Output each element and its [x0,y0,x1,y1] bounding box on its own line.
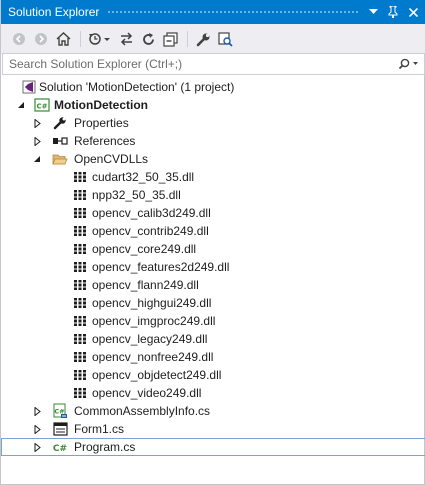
dll-file-icon [72,349,88,365]
tree-item-dll[interactable]: opencv_calib3d249.dll [1,204,425,222]
tree-item-dll[interactable]: opencv_contrib249.dll [1,222,425,240]
tree-item-properties[interactable]: Properties [1,114,425,132]
dll-file-icon [72,295,88,311]
home-icon[interactable] [53,29,73,49]
dll-file-icon [72,259,88,275]
project-label: MotionDetection [54,98,148,112]
collapse-all-icon[interactable] [160,29,180,49]
tree-item-project[interactable]: C# MotionDetection [1,96,425,114]
file-label: Program.cs [74,440,136,454]
expanded-arrow-icon[interactable] [16,100,26,110]
back-arrow-icon[interactable] [9,29,29,49]
folder-label: OpenCVDLLs [74,152,149,166]
dll-label: opencv_flann249.dll [92,278,199,292]
search-input[interactable]: Search Solution Explorer (Ctrl+;) [3,57,394,71]
collapsed-arrow-icon[interactable] [32,136,42,146]
dll-file-icon [72,169,88,185]
toolbar [1,24,425,54]
close-icon[interactable] [406,5,420,19]
dll-label: cudart32_50_35.dll [92,170,195,184]
dll-label: opencv_calib3d249.dll [92,206,211,220]
pin-icon[interactable] [386,5,400,19]
solution-label: Solution 'MotionDetection' (1 project) [39,80,235,94]
dll-label: opencv_highgui249.dll [92,296,212,310]
wrench-icon [52,115,68,131]
dll-label: opencv_video249.dll [92,386,202,400]
dll-label: opencv_core249.dll [92,242,197,256]
tree-item-dll[interactable]: opencv_nonfree249.dll [1,348,425,366]
tree-item-dll[interactable]: cudart32_50_35.dll [1,168,425,186]
expanded-arrow-icon[interactable] [32,154,42,164]
tree-item-dll[interactable]: opencv_imgproc249.dll [1,312,425,330]
dll-file-icon [72,277,88,293]
forward-arrow-icon[interactable] [31,29,51,49]
solution-explorer-window: Solution Explorer Search Solution Explor… [0,0,425,485]
drag-grip[interactable] [107,9,358,15]
tree-item-dll[interactable]: opencv_flann249.dll [1,276,425,294]
file-label: Form1.cs [74,422,125,436]
title-bar[interactable]: Solution Explorer [1,0,425,24]
tree-item-dll[interactable]: opencv_objdetect249.dll [1,366,425,384]
toolbar-separator [187,31,188,47]
tree-item-solution[interactable]: Solution 'MotionDetection' (1 project) [1,78,425,96]
tree-item-file-selected[interactable]: C# Program.cs [1,438,425,456]
solution-icon [21,79,37,95]
dll-label: opencv_objdetect249.dll [92,368,222,382]
pending-changes-icon[interactable] [86,29,114,49]
dll-file-icon [72,223,88,239]
dll-label: opencv_features2d249.dll [92,260,230,274]
tree-item-file[interactable]: C# CommonAssemblyInfo.cs [1,402,425,420]
collapsed-arrow-icon[interactable] [32,442,42,452]
csharp-file-icon: C# [52,439,68,455]
tree-item-dll[interactable]: opencv_core249.dll [1,240,425,258]
svg-text:C#: C# [36,103,47,111]
dll-label: opencv_nonfree249.dll [92,350,214,364]
collapsed-arrow-icon[interactable] [32,406,42,416]
collapsed-arrow-icon[interactable] [32,424,42,434]
dll-label: opencv_imgproc249.dll [92,314,216,328]
preview-icon[interactable] [215,29,235,49]
dll-file-icon [72,187,88,203]
dll-file-icon [72,331,88,347]
references-label: References [74,134,136,148]
search-box[interactable]: Search Solution Explorer (Ctrl+;) [2,53,425,75]
tree-item-folder[interactable]: OpenCVDLLs [1,150,425,168]
dll-label: npp32_50_35.dll [92,188,181,202]
toolbar-separator [80,31,81,47]
collapsed-arrow-icon[interactable] [32,118,42,128]
solution-tree: Solution 'MotionDetection' (1 project) C… [1,78,425,456]
tree-item-dll[interactable]: opencv_highgui249.dll [1,294,425,312]
window-position-dropdown-icon[interactable] [366,5,380,19]
tree-item-dll[interactable]: opencv_video249.dll [1,384,425,402]
tree-item-dll[interactable]: opencv_features2d249.dll [1,258,425,276]
tree-item-references[interactable]: References [1,132,425,150]
refresh-icon[interactable] [138,29,158,49]
dll-file-icon [72,367,88,383]
wrench-icon[interactable] [193,29,213,49]
references-icon [52,133,68,149]
tree-item-dll[interactable]: opencv_legacy249.dll [1,330,425,348]
svg-text:C#: C# [53,444,67,454]
tree-item-dll[interactable]: npp32_50_35.dll [1,186,425,204]
search-icon[interactable] [394,58,424,70]
properties-label: Properties [74,116,129,130]
dll-file-icon [72,241,88,257]
form-file-icon [52,421,68,437]
sync-with-active-document-icon[interactable] [116,29,136,49]
window-title: Solution Explorer [8,5,100,19]
file-label: CommonAssemblyInfo.cs [74,404,211,418]
dll-file-icon [72,313,88,329]
dll-label: opencv_contrib249.dll [92,224,209,238]
tree-item-file[interactable]: Form1.cs [1,420,425,438]
open-folder-icon [52,151,68,167]
dll-file-icon [72,385,88,401]
dll-file-icon [72,205,88,221]
dll-label: opencv_legacy249.dll [92,332,208,346]
linked-csharp-file-icon: C# [52,403,68,419]
csharp-project-icon: C# [34,97,50,113]
